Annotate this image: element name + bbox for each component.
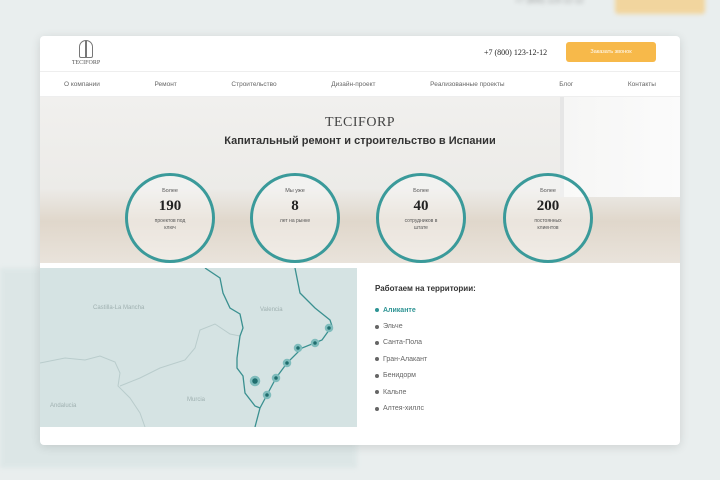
stat-pre: Более	[162, 188, 178, 194]
map-marker[interactable]	[310, 338, 320, 348]
logo-icon	[79, 40, 93, 58]
site-header: TECIFORP +7 (800) 123-12-12 Заказать зво…	[40, 36, 680, 72]
map[interactable]: Castilla-La Mancha Valencia Andalucia Mu…	[40, 267, 357, 428]
map-marker[interactable]	[262, 390, 272, 400]
territory-item[interactable]: Гран-Алакант	[375, 351, 476, 367]
nav-about[interactable]: О компании	[64, 81, 100, 88]
stat-staff: Более 40 сотрудников в штате	[376, 173, 466, 263]
logo-text: TECIFORP	[71, 60, 101, 66]
bg-phone: +7 (800) 123-12-12	[515, 0, 584, 5]
nav-construction[interactable]: Строительство	[231, 81, 276, 88]
stat-projects: Более 190 проектов под ключ	[125, 173, 215, 263]
nav-repair[interactable]: Ремонт	[154, 81, 176, 88]
nav-blog[interactable]: Блог	[559, 81, 573, 88]
map-label: Castilla-La Mancha	[93, 305, 145, 311]
stat-number: 190	[158, 198, 182, 214]
request-call-button[interactable]: Заказать звонок	[566, 42, 656, 62]
territory-item[interactable]: Кальпе	[375, 384, 476, 400]
hero-brand: TECIFORP	[324, 115, 396, 130]
nav-projects[interactable]: Реализованные проекты	[430, 81, 504, 88]
hero: TECIFORP Капитальный ремонт и строительс…	[40, 97, 680, 263]
map-marker[interactable]	[324, 323, 334, 333]
territory-item[interactable]: Аликанте	[375, 302, 476, 318]
bg-button	[615, 0, 705, 14]
map-marker[interactable]	[271, 373, 281, 383]
stat-caption: сотрудников в штате	[404, 218, 438, 231]
stat-caption: проектов под ключ	[154, 218, 186, 231]
map-label: Murcia	[187, 397, 206, 403]
stat-number: 40	[413, 198, 429, 214]
territory-item[interactable]: Эльче	[375, 318, 476, 334]
phone-number[interactable]: +7 (800) 123-12-12	[484, 48, 547, 57]
map-marker[interactable]	[282, 358, 292, 368]
map-label: Valencia	[260, 307, 283, 313]
stat-pre: Мы уже	[285, 188, 305, 194]
territory-item[interactable]: Алтея-хиллс	[375, 400, 476, 416]
stat-pre: Более	[413, 188, 429, 194]
territory-item[interactable]: Санта-Пола	[375, 335, 476, 351]
stat-caption: лет на рынке	[279, 218, 311, 224]
site-card: TECIFORP +7 (800) 123-12-12 Заказать зво…	[40, 36, 680, 445]
map-label: Andalucia	[50, 403, 77, 409]
territory-list: Работаем на территории: Аликанте Эльче С…	[375, 284, 476, 417]
stat-number: 8	[291, 198, 299, 214]
stat-pre: Более	[540, 188, 556, 194]
hero-window-image	[560, 97, 680, 197]
territory-title: Работаем на территории:	[375, 284, 476, 293]
territory-section: Castilla-La Mancha Valencia Andalucia Mu…	[40, 267, 680, 428]
territory-item[interactable]: Бенидорм	[375, 368, 476, 384]
hero-title: Капитальный ремонт и строительство в Исп…	[224, 135, 496, 147]
main-nav: О компании Ремонт Строительство Дизайн-п…	[40, 72, 680, 97]
logo[interactable]: TECIFORP	[66, 40, 106, 66]
stat-caption: постоянных клиентов	[534, 218, 562, 231]
nav-contacts[interactable]: Контакты	[628, 81, 656, 88]
stat-clients: Более 200 постоянных клиентов	[503, 173, 593, 263]
map-marker-main[interactable]	[249, 375, 261, 387]
nav-design[interactable]: Дизайн-проект	[331, 81, 375, 88]
stat-years: Мы уже 8 лет на рынке	[250, 173, 340, 263]
stat-number: 200	[536, 198, 560, 214]
map-marker[interactable]	[293, 343, 303, 353]
